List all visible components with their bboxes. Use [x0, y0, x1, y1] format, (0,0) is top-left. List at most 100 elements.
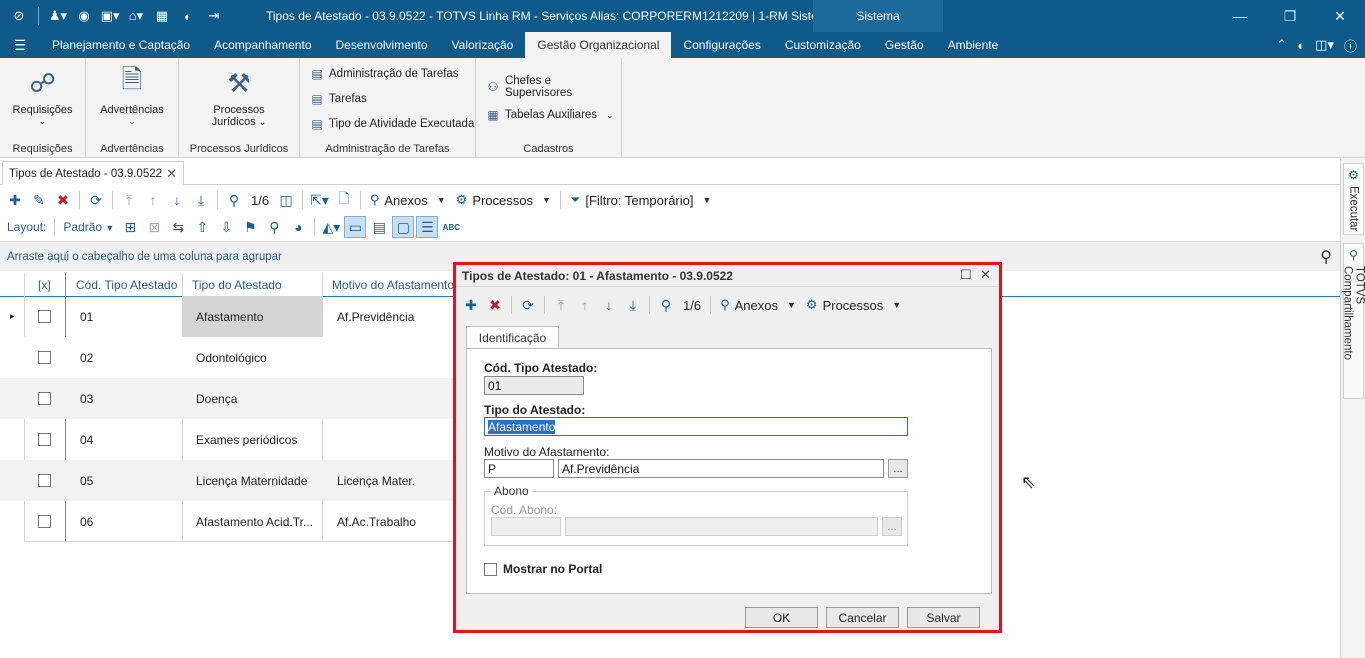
column-select-all[interactable]: [x] — [38, 273, 51, 297]
search-icon[interactable]: ⚲ — [655, 294, 677, 316]
ok-button[interactable]: OK — [745, 607, 818, 628]
side-tab-compartilhamento[interactable]: ⚲ TOTVS Compartilhamento — [1342, 243, 1365, 399]
next-record-icon[interactable]: ↓ — [598, 294, 620, 316]
delete-icon[interactable]: ✖ — [52, 189, 74, 211]
ribbon-tabelas-auxiliares[interactable]: ▦ Tabelas Auxiliares ⌄ — [486, 108, 613, 122]
row-checkbox[interactable] — [38, 337, 51, 378]
user-menu-icon[interactable]: ♟▾ — [47, 6, 69, 26]
table-row[interactable]: 03 Doença — [0, 378, 460, 419]
columns-icon[interactable]: ◫ — [275, 189, 297, 211]
calculator-icon[interactable]: ▦ — [151, 6, 173, 26]
row-checkbox[interactable] — [38, 501, 51, 542]
column-tipo[interactable]: Tipo do Atestado — [192, 273, 282, 297]
sistema-tab[interactable]: Sistema — [813, 0, 943, 32]
filter-button[interactable]: ⏷ [Filtro: Temporário] ▼ — [566, 189, 715, 211]
window-layout-icon[interactable]: ◫▾ — [1315, 37, 1334, 53]
menu-ambiente[interactable]: Ambiente — [936, 32, 1011, 58]
processos-button[interactable]: ⚙ Processos ▼ — [802, 294, 905, 316]
export-layout-icon[interactable]: ⇩ — [215, 216, 237, 238]
last-record-icon[interactable]: ⤓ — [190, 189, 212, 211]
close-dialog-icon[interactable]: ✕ — [980, 267, 991, 283]
column-motivo[interactable]: Motivo do Afastamento — [332, 273, 454, 297]
import-layout-icon[interactable]: ⇧ — [191, 216, 213, 238]
ribbon-tarefas[interactable]: ▤ Tarefas — [310, 92, 366, 106]
add-icon[interactable]: ✚ — [4, 189, 26, 211]
totvs-logo-icon[interactable]: ⊘ — [8, 6, 30, 26]
anexos-button[interactable]: ⚲ Anexos ▼ — [716, 294, 800, 316]
cancel-button[interactable]: Cancelar — [826, 607, 899, 628]
abono-lookup-button[interactable]: ... — [882, 517, 902, 536]
ribbon-admin-tarefas[interactable]: ▤ Administração de Tarefas — [310, 67, 458, 81]
collapse-ribbon-icon[interactable]: ⌃ — [1276, 37, 1287, 53]
motivo-lookup-button[interactable]: ... — [888, 459, 908, 478]
checkbox[interactable] — [38, 351, 51, 364]
paint-icon[interactable]: ⚑ — [239, 216, 261, 238]
menu-gestao[interactable]: Gestão — [873, 32, 936, 58]
close-window-button[interactable]: ✕ — [1315, 0, 1365, 32]
view-single-icon[interactable]: ▭ — [344, 216, 367, 238]
view-lines-icon[interactable]: ☰ — [416, 216, 439, 238]
requisicoes-button[interactable]: ☍ Requisições ⌄ — [0, 66, 85, 127]
first-record-icon[interactable]: ⤒ — [550, 294, 572, 316]
table-row[interactable]: 05 Licença Maternidade Licença Mater. — [0, 460, 460, 501]
cod-field[interactable]: 01 — [484, 376, 584, 395]
abono-desc-field[interactable] — [565, 517, 878, 536]
row-checkbox[interactable] — [38, 378, 51, 419]
view-split-icon[interactable]: ▤ — [368, 216, 390, 238]
exit-icon[interactable]: ⇥ — [203, 6, 225, 26]
last-record-icon[interactable]: ⤓ — [622, 294, 644, 316]
menu-planejamento[interactable]: Planejamento e Captação — [40, 32, 202, 58]
close-tab-icon[interactable]: ✕ — [166, 166, 177, 182]
first-record-icon[interactable]: ⤒ — [118, 189, 140, 211]
tipo-field[interactable]: Afastamento — [484, 417, 908, 436]
previous-record-icon[interactable]: ↑ — [574, 294, 596, 316]
report-icon[interactable]: 🗋 — [333, 189, 355, 211]
checkbox[interactable] — [38, 474, 51, 487]
abono-code-field[interactable] — [491, 517, 561, 536]
export-icon[interactable]: ⇱▾ — [308, 189, 331, 211]
processos-juridicos-button[interactable]: ⚒ Processos Jurídicos ⌄ — [179, 66, 299, 129]
advertencias-button[interactable]: 🗎 Advertências ⌄ — [86, 64, 178, 127]
table-row[interactable]: 04 Exames periódicos — [0, 419, 460, 460]
checkbox[interactable] — [38, 392, 51, 405]
row-checkbox[interactable] — [38, 296, 51, 337]
row-checkbox[interactable] — [38, 460, 51, 501]
remove-layout-icon[interactable]: ⊠ — [143, 216, 165, 238]
pin-icon[interactable]: ⚲ — [263, 216, 285, 238]
portal-checkbox[interactable] — [484, 563, 497, 576]
checkbox[interactable] — [38, 310, 51, 323]
ribbon-chefes-supervisores[interactable]: ⚇ Chefes e Supervisores — [486, 75, 621, 99]
save-layout-icon[interactable]: ⇆ — [167, 216, 189, 238]
window-menu-icon[interactable]: ▣▾ — [99, 6, 121, 26]
globe-icon[interactable]: ◐ — [177, 6, 199, 26]
menu-desenvolvimento[interactable]: Desenvolvimento — [324, 32, 440, 58]
menu-customizacao[interactable]: Customização — [773, 32, 873, 58]
view-header-icon[interactable]: ▢ — [392, 216, 415, 238]
row-checkbox[interactable] — [38, 419, 51, 460]
color-palette-icon[interactable]: ◕ — [287, 216, 309, 238]
processos-button[interactable]: ⚙ Processos ▼ — [452, 189, 555, 211]
search-icon[interactable]: ⚲ — [1320, 247, 1332, 267]
layout-select[interactable]: Padrão ▼ — [60, 220, 117, 234]
add-icon[interactable]: ✚ — [460, 294, 482, 316]
table-row[interactable]: ▸ 01 Afastamento Af.Previdência — [0, 296, 460, 337]
tab-identificacao[interactable]: Identificação — [466, 326, 559, 348]
edit-icon[interactable]: ✎ — [28, 189, 50, 211]
refresh-icon[interactable]: ⟳ — [85, 189, 107, 211]
search-icon[interactable]: ⚲ — [223, 189, 245, 211]
menu-gestao-organizacional[interactable]: Gestão Organizacional — [525, 32, 672, 58]
table-row[interactable]: 06 Afastamento Acid.Tr... Af.Ac.Trabalho — [0, 501, 460, 542]
next-record-icon[interactable]: ↓ — [166, 189, 188, 211]
side-tab-executar[interactable]: ⚙ Executar — [1343, 163, 1364, 235]
ribbon-tipo-atividade[interactable]: ▤ Tipo de Atividade Executada — [310, 117, 474, 131]
motivo-code-field[interactable]: P — [484, 459, 554, 478]
view-icon[interactable]: ◉ — [73, 6, 95, 26]
checkbox[interactable] — [38, 515, 51, 528]
doc-tab-tipos-atestado[interactable]: Tipos de Atestado - 03.9.0522 ✕ — [2, 161, 184, 185]
delete-icon[interactable]: ✖ — [484, 294, 506, 316]
checkbox[interactable] — [38, 433, 51, 446]
table-row[interactable]: 02 Odontológico — [0, 337, 460, 378]
column-cod[interactable]: Cód. Tipo Atestado — [76, 273, 177, 297]
info-icon[interactable]: ⓘ — [1344, 36, 1357, 55]
refresh-icon[interactable]: ⟳ — [517, 294, 539, 316]
